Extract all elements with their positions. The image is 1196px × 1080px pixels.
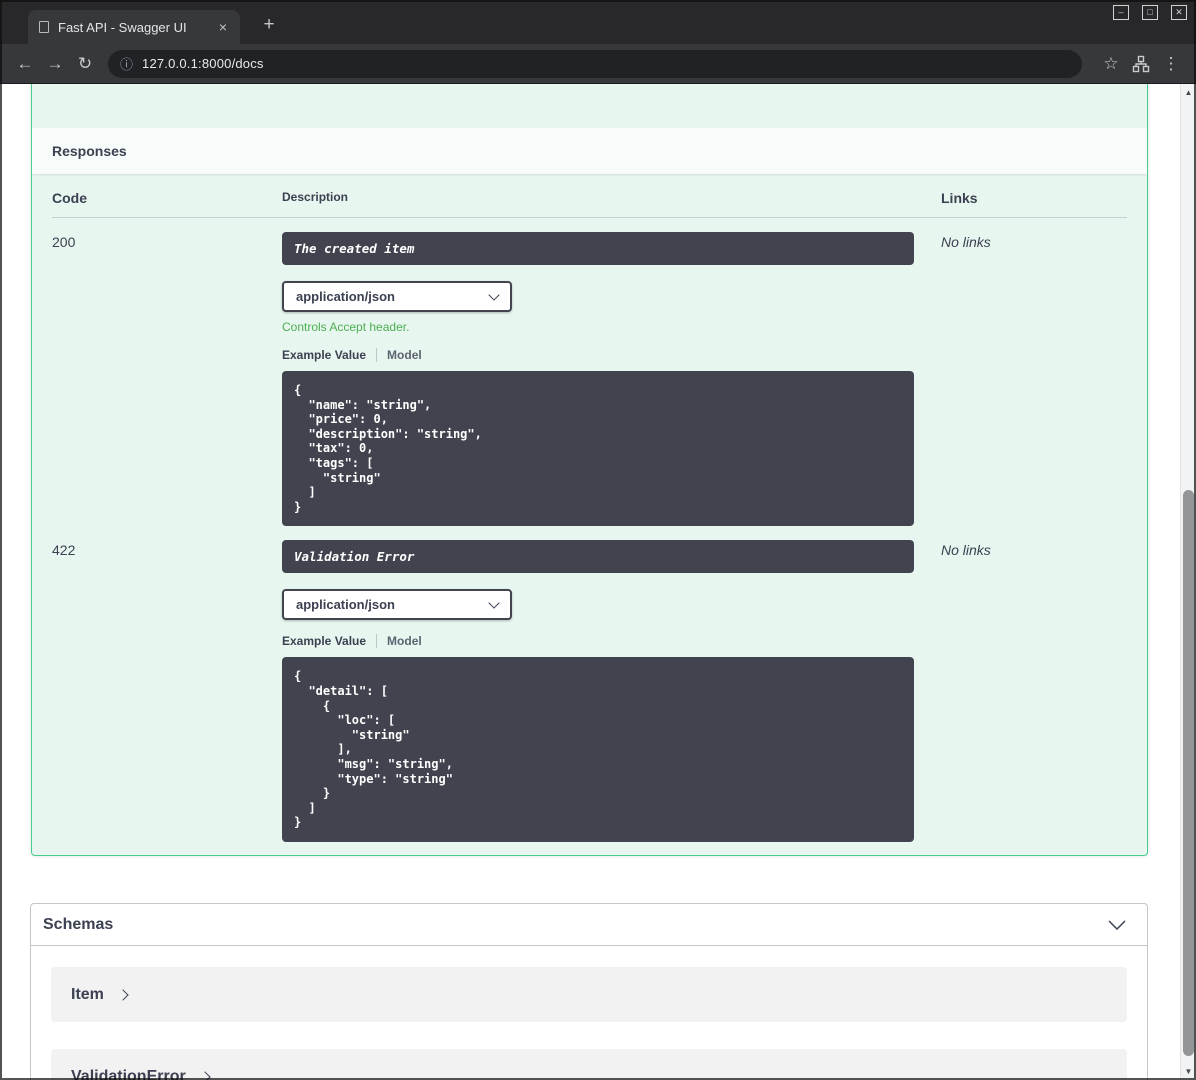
scrollbar-thumb[interactable] <box>1183 490 1194 1056</box>
opblock-responses-section: Responses Code Description Links 200 The… <box>31 84 1148 856</box>
responses-header: Responses <box>32 128 1147 174</box>
schemas-header[interactable]: Schemas <box>31 904 1147 946</box>
titlebar: Fast API - Swagger UI × + – □ ✕ <box>0 0 1196 44</box>
responses-table-head: Code Description Links <box>52 190 1127 218</box>
example-json-200: { "name": "string", "price": 0, "descrip… <box>282 371 914 527</box>
url-bar[interactable]: ⓘ 127.0.0.1:8000/docs <box>108 49 1082 78</box>
example-model-tabs: Example Value Model <box>282 348 941 362</box>
tab-example-value[interactable]: Example Value <box>282 348 366 362</box>
response-description-cell: The created item application/json Contro… <box>282 232 941 527</box>
scroll-down-icon[interactable]: ▼ <box>1181 1067 1196 1076</box>
swagger-page: Responses Code Description Links 200 The… <box>0 84 1196 1080</box>
site-info-icon[interactable]: ⓘ <box>120 54 133 73</box>
response-description: Validation Error <box>282 540 914 574</box>
chevron-right-icon <box>199 1070 211 1080</box>
example-json-422: { "detail": [ { "loc": [ "string" ], "ms… <box>282 657 914 842</box>
maximize-button[interactable]: □ <box>1142 5 1158 20</box>
page-scrollbar[interactable]: ▲ ▼ <box>1180 84 1196 1080</box>
forward-icon[interactable]: → <box>40 49 70 79</box>
new-tab-button[interactable]: + <box>258 14 280 36</box>
schema-name: ValidationError <box>71 1067 186 1080</box>
schemas-title: Schemas <box>43 915 114 933</box>
window-controls: – □ ✕ <box>1113 5 1187 20</box>
schema-item[interactable]: Item <box>51 967 1127 1022</box>
response-row-200: 200 The created item application/json Co… <box>52 218 1127 527</box>
tab-separator <box>376 634 378 649</box>
chevron-right-icon <box>117 988 129 1001</box>
response-code: 422 <box>52 542 76 559</box>
chevron-down-icon <box>1108 919 1126 930</box>
response-description: The created item <box>282 232 914 265</box>
response-code: 200 <box>52 234 76 250</box>
column-header-links: Links <box>941 190 978 206</box>
tab-model[interactable]: Model <box>387 348 422 362</box>
responses-title: Responses <box>52 143 127 159</box>
column-header-code: Code <box>52 190 87 206</box>
example-model-tabs: Example Value Model <box>282 634 941 649</box>
response-links: No links <box>941 542 991 559</box>
tab-close-icon[interactable]: × <box>214 18 232 36</box>
schemas-list: Item ValidationError <box>31 946 1147 1080</box>
media-type-value: application/json <box>296 597 395 613</box>
close-button[interactable]: ✕ <box>1171 5 1187 20</box>
response-description-cell: Validation Error application/json Exampl… <box>282 540 941 842</box>
scroll-up-icon[interactable]: ▲ <box>1181 88 1196 97</box>
media-type-select[interactable]: application/json <box>282 281 512 312</box>
tab-separator <box>376 348 378 362</box>
chevron-down-icon <box>488 288 500 301</box>
url-text: 127.0.0.1:8000/docs <box>142 56 264 71</box>
tab-title: Fast API - Swagger UI <box>58 19 187 35</box>
responses-table: Code Description Links 200 The created i… <box>32 174 1147 842</box>
controls-accept-note: Controls Accept header. <box>282 320 410 334</box>
minimize-button[interactable]: – <box>1113 5 1129 20</box>
tab-model[interactable]: Model <box>387 634 422 648</box>
tab-example-value[interactable]: Example Value <box>282 634 366 648</box>
response-links: No links <box>941 234 991 250</box>
schema-validationerror[interactable]: ValidationError <box>51 1049 1127 1080</box>
column-header-description: Description <box>282 190 349 204</box>
schema-name: Item <box>71 985 104 1003</box>
browser-tab[interactable]: Fast API - Swagger UI × <box>28 10 240 44</box>
response-row-422: 422 Validation Error application/json Ex… <box>52 526 1127 842</box>
media-type-value: application/json <box>296 289 395 304</box>
menu-icon[interactable]: ⋮ <box>1156 49 1186 79</box>
reload-icon[interactable]: ↻ <box>70 49 100 79</box>
chevron-down-icon <box>488 597 500 609</box>
sitemap-icon[interactable] <box>1126 49 1156 79</box>
media-type-select[interactable]: application/json <box>282 589 512 621</box>
navbar: ← → ↻ ⓘ 127.0.0.1:8000/docs ☆ ⋮ <box>0 44 1196 84</box>
back-icon[interactable]: ← <box>10 49 40 79</box>
page-icon <box>39 21 49 33</box>
schemas-section: Schemas Item ValidationError <box>30 903 1148 1080</box>
bookmark-star-icon[interactable]: ☆ <box>1096 49 1126 79</box>
